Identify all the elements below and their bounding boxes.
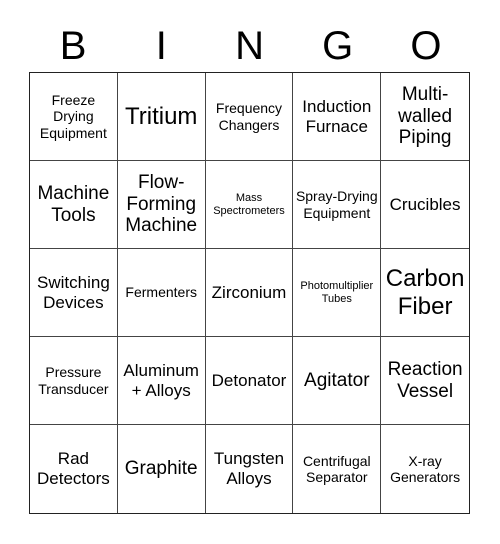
bingo-cell-label: Photomultiplier Tubes xyxy=(300,279,374,305)
bingo-cell[interactable]: Agitator xyxy=(293,337,382,425)
bingo-cell[interactable]: Frequency Changers xyxy=(205,73,294,161)
bingo-cell[interactable]: Tungsten Alloys xyxy=(206,425,294,513)
bingo-cell[interactable]: Spray-Drying Equipment xyxy=(293,161,382,249)
bingo-cell[interactable]: Photomultiplier Tubes xyxy=(293,249,382,337)
bingo-cell-label: Freeze Drying Equipment xyxy=(39,92,107,141)
bingo-cell[interactable]: X-ray Generators xyxy=(381,425,469,513)
bingo-cell-label: Multi-walled Piping xyxy=(398,83,453,149)
bingo-cell[interactable]: Multi-walled Piping xyxy=(381,73,469,161)
bingo-cell-label: Zirconium xyxy=(211,282,287,302)
bingo-cell[interactable]: Graphite xyxy=(118,425,206,513)
bingo-cell-label: Agitator xyxy=(304,369,370,391)
bingo-cell[interactable]: Centrifugal Separator xyxy=(293,425,382,513)
bingo-cell-label: Frequency Changers xyxy=(215,100,283,133)
bingo-cell[interactable]: Reaction Vessel xyxy=(381,337,469,425)
bingo-cell[interactable]: Fermenters xyxy=(117,249,206,337)
bingo-cell[interactable]: Machine Tools xyxy=(30,161,118,249)
bingo-cell[interactable]: Carbon Fiber xyxy=(381,249,469,337)
bingo-cell[interactable]: Pressure Transducer xyxy=(30,337,118,425)
bingo-cell-label: Rad Detectors xyxy=(37,449,110,488)
bingo-cell-label: Mass Spectrometers xyxy=(213,191,285,217)
bingo-cell[interactable]: Zirconium xyxy=(205,249,294,337)
bingo-cell-label: Flow-Forming Machine xyxy=(125,171,198,237)
bingo-cell[interactable]: Switching Devices xyxy=(30,249,118,337)
bingo-cell-label: Tungsten Alloys xyxy=(213,449,285,488)
bingo-cell-label: Graphite xyxy=(124,458,198,480)
bingo-cell-label: Tritium xyxy=(124,102,198,130)
bingo-cell[interactable]: Flow-Forming Machine xyxy=(117,161,206,249)
bingo-cell-label: Crucibles xyxy=(389,194,461,214)
bingo-cell[interactable]: Detonator xyxy=(205,337,294,425)
bingo-cell-label: Centrifugal Separator xyxy=(302,452,371,485)
bingo-cell-label: X-ray Generators xyxy=(390,452,461,485)
header-letter-i: I xyxy=(155,24,167,68)
bingo-cell-label: Switching Devices xyxy=(37,272,110,312)
header-letter-g: G xyxy=(322,24,354,68)
bingo-cell-label: Fermenters xyxy=(125,284,197,301)
bingo-cell[interactable]: Induction Furnace xyxy=(293,73,382,161)
bingo-header: B I N G O xyxy=(29,20,470,72)
bingo-cell[interactable]: Aluminum + Alloys xyxy=(117,337,206,425)
bingo-cell[interactable]: Tritium xyxy=(117,73,206,161)
bingo-cell-label: Detonator xyxy=(211,370,287,390)
header-letter-n: N xyxy=(235,24,264,68)
bingo-cell[interactable]: Mass Spectrometers xyxy=(205,161,294,249)
header-letter-b: B xyxy=(59,24,87,68)
bingo-cell-label: Pressure Transducer xyxy=(38,364,109,397)
header-letter-o: O xyxy=(410,24,442,68)
bingo-cell[interactable]: Rad Detectors xyxy=(30,425,118,513)
bingo-cell[interactable]: Crucibles xyxy=(381,161,469,249)
bingo-cell[interactable]: Freeze Drying Equipment xyxy=(30,73,118,161)
bingo-cell-label: Aluminum + Alloys xyxy=(123,360,199,400)
bingo-card-grid: Freeze Drying Equipment Tritium Frequency … xyxy=(29,72,470,514)
bingo-cell-label: Reaction Vessel xyxy=(387,358,463,402)
bingo-cell-label: Machine Tools xyxy=(37,182,110,226)
bingo-cell-label: Induction Furnace xyxy=(302,96,372,136)
bingo-cell-label: Spray-Drying Equipment xyxy=(295,188,378,221)
bingo-cell-label: Carbon Fiber xyxy=(385,264,465,320)
